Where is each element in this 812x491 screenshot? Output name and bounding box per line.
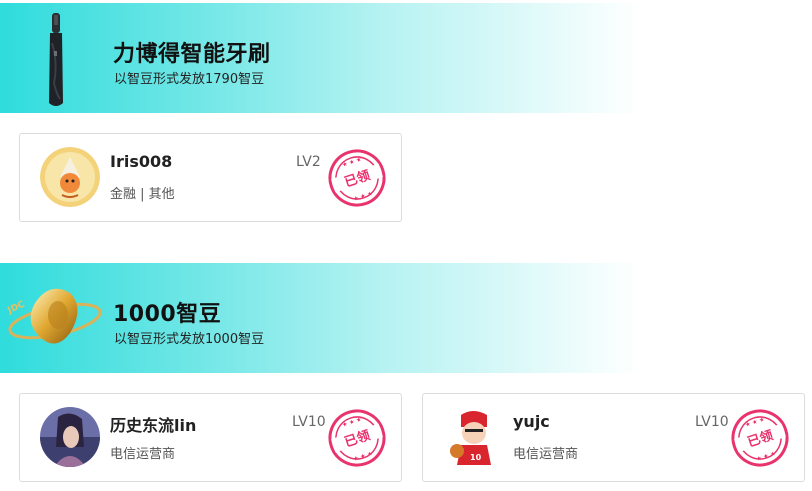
winner-name[interactable]: 历史东流lin bbox=[110, 412, 196, 436]
avatar: 10 bbox=[443, 407, 503, 467]
winner-dept: 电信运营商 bbox=[513, 447, 579, 462]
svg-text:★ ★ ★: ★ ★ ★ bbox=[341, 156, 362, 169]
winner-card-yujc[interactable]: 10 yujc 电信运营商 LV10 已领 ★ ★ ★ ★ ★ ★ bbox=[422, 393, 805, 482]
prize-banner-toothbrush: 力博得智能牙刷 以智豆形式发放1790智豆 bbox=[0, 3, 640, 113]
avatar bbox=[40, 147, 100, 207]
svg-text:10: 10 bbox=[470, 453, 482, 462]
claimed-stamp-icon: 已领 ★ ★ ★ ★ ★ ★ bbox=[731, 409, 789, 467]
claimed-stamp-icon: 已领 ★ ★ ★ ★ ★ ★ bbox=[328, 149, 386, 207]
prize-subtitle: 以智豆形式发放1000智豆 bbox=[114, 332, 265, 347]
level-badge: LV10 bbox=[695, 414, 729, 430]
svg-text:已领: 已领 bbox=[745, 427, 775, 450]
prize-title: 力博得智能牙刷 bbox=[113, 42, 271, 67]
winner-name[interactable]: yujc bbox=[513, 412, 550, 431]
level-badge: LV10 bbox=[292, 414, 326, 430]
level-badge: LV2 bbox=[296, 154, 321, 170]
prize-banner-beans: JDC 1000智豆 以智豆形式发放1000智豆 bbox=[0, 263, 640, 373]
winner-name[interactable]: Iris008 bbox=[110, 152, 172, 171]
svg-text:已领: 已领 bbox=[342, 167, 372, 190]
winner-dept: 电信运营商 bbox=[110, 447, 176, 462]
avatar bbox=[40, 407, 100, 467]
toothbrush-icon bbox=[49, 13, 63, 106]
prize-title: 1000智豆 bbox=[113, 302, 222, 327]
winner-card-lin[interactable]: 历史东流lin 电信运营商 LV10 已领 ★ ★ ★ ★ ★ ★ bbox=[19, 393, 402, 482]
gold-bean-icon: JDC bbox=[6, 288, 102, 344]
svg-text:JDC: JDC bbox=[6, 299, 27, 316]
svg-text:已领: 已领 bbox=[342, 427, 372, 450]
claimed-stamp-icon: 已领 ★ ★ ★ ★ ★ ★ bbox=[328, 409, 386, 467]
winner-dept: 金融 | 其他 bbox=[110, 187, 175, 202]
winner-card-iris008[interactable]: Iris008 金融 | 其他 LV2 已领 ★ ★ ★ ★ ★ ★ bbox=[19, 133, 402, 222]
svg-text:★ ★ ★: ★ ★ ★ bbox=[744, 416, 765, 429]
svg-text:★ ★ ★: ★ ★ ★ bbox=[341, 416, 362, 429]
prize-subtitle: 以智豆形式发放1790智豆 bbox=[114, 72, 265, 87]
